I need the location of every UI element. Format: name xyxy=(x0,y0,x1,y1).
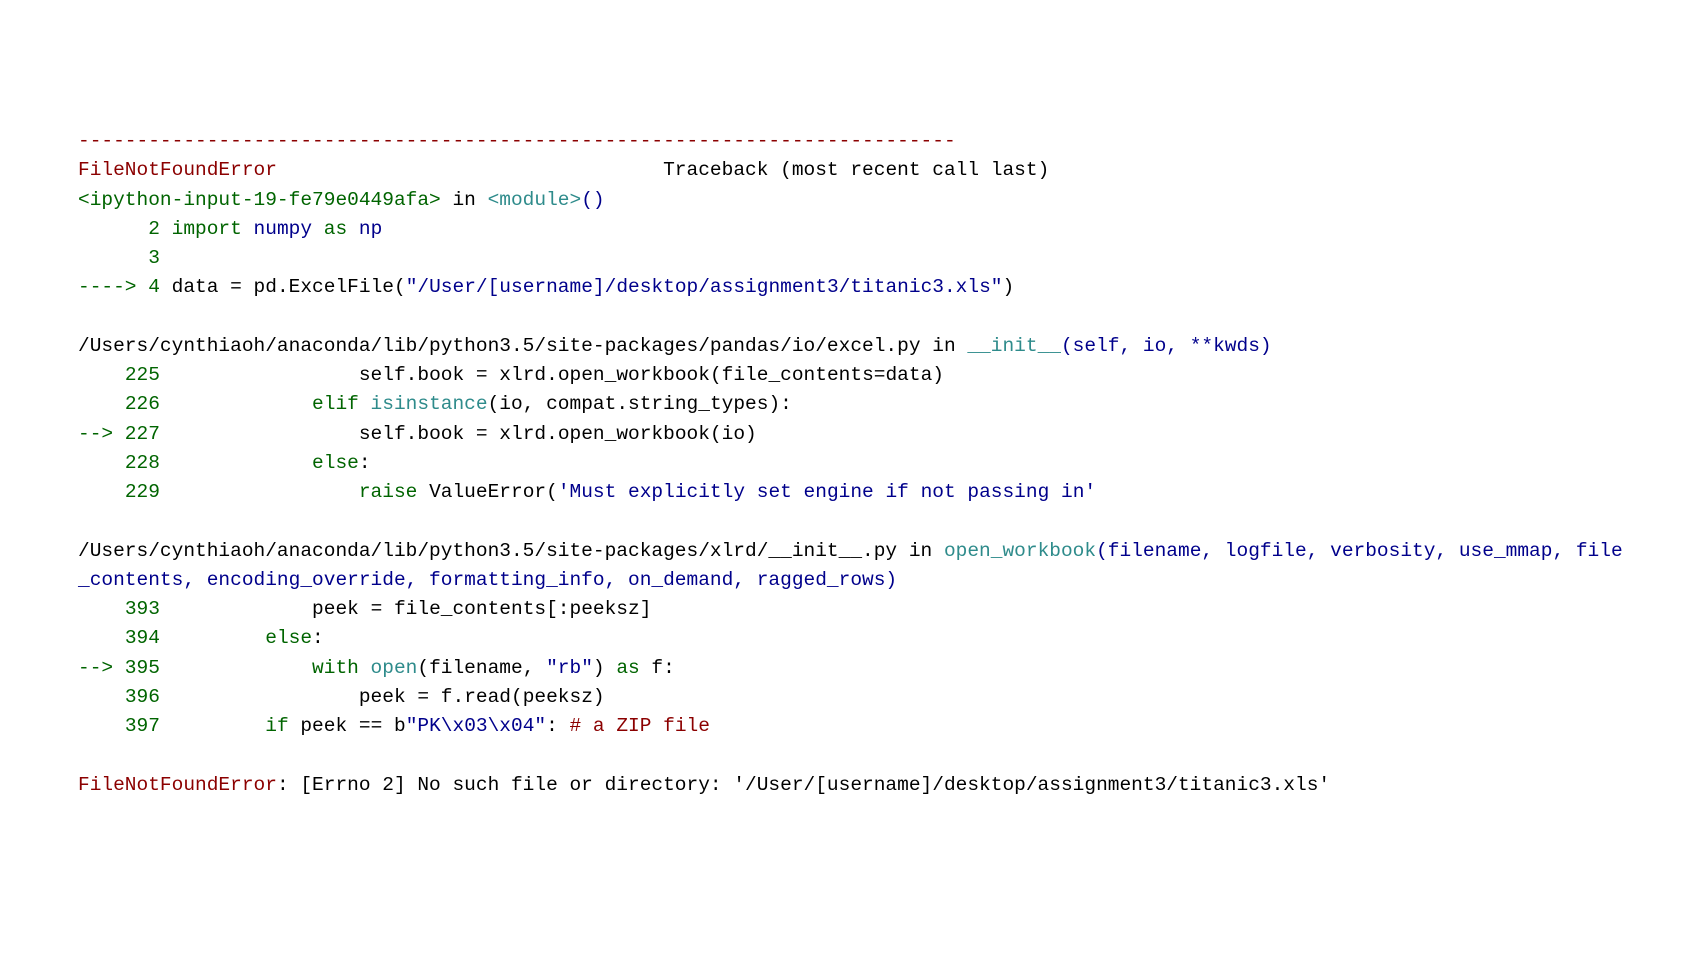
frame1-line2: 2 import numpy as np xyxy=(78,215,1628,244)
traceback-header: FileNotFoundError Traceback (most recent… xyxy=(78,156,1628,185)
blank-1 xyxy=(78,303,1628,332)
frame3-location: /Users/cynthiaoh/anaconda/lib/python3.5/… xyxy=(78,537,1628,596)
frame3-line393: 393 peek = file_contents[:peeksz] xyxy=(78,595,1628,624)
frame1-line3: 3 xyxy=(78,244,1628,273)
frame2-line225: 225 self.book = xlrd.open_workbook(file_… xyxy=(78,361,1628,390)
frame2-line226: 226 elif isinstance(io, compat.string_ty… xyxy=(78,390,1628,419)
frame2-line227: --> 227 self.book = xlrd.open_workbook(i… xyxy=(78,420,1628,449)
frame1-location: <ipython-input-19-fe79e0449afa> in <modu… xyxy=(78,186,1628,215)
frame3-line394: 394 else: xyxy=(78,624,1628,653)
blank-3 xyxy=(78,741,1628,770)
frame1-data-var: data xyxy=(160,276,230,298)
frame2-line229: 229 raise ValueError('Must explicitly se… xyxy=(78,478,1628,507)
frame3-line397: 397 if peek == b"PK\x03\x04": # a ZIP fi… xyxy=(78,712,1628,741)
frame1-line4: ----> 4 data = pd.ExcelFile("/User/[user… xyxy=(78,273,1628,302)
traceback-divider: ----------------------------------------… xyxy=(78,127,1628,156)
blank-2 xyxy=(78,507,1628,536)
final-error-line: FileNotFoundError: [Errno 2] No such fil… xyxy=(78,771,1628,800)
frame3-line396: 396 peek = f.read(peeksz) xyxy=(78,683,1628,712)
frame2-location: /Users/cynthiaoh/anaconda/lib/python3.5/… xyxy=(78,332,1628,361)
frame3-line395: --> 395 with open(filename, "rb") as f: xyxy=(78,654,1628,683)
frame2-line228: 228 else: xyxy=(78,449,1628,478)
